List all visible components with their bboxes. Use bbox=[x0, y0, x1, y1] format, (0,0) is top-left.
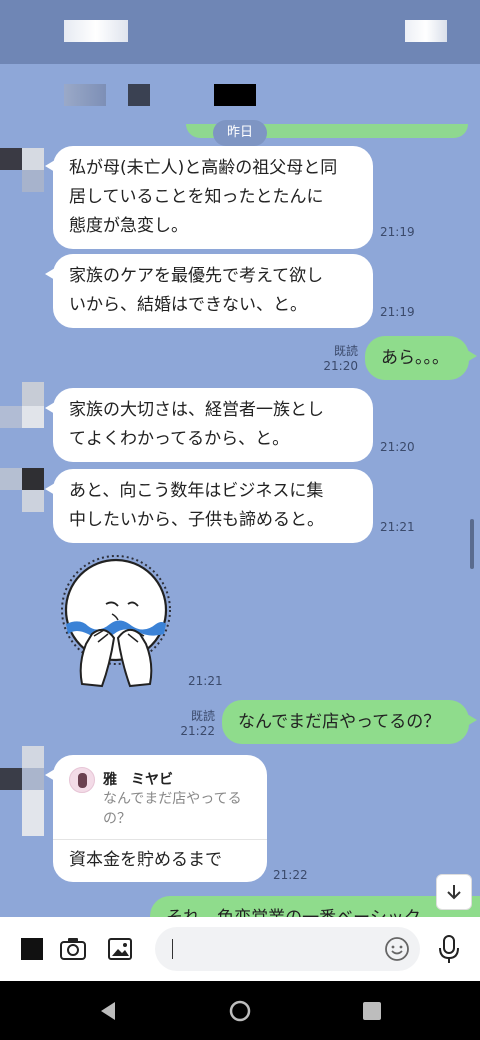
message-line: 居していることを知ったとたんに bbox=[69, 187, 324, 207]
read-receipt: 既読 21:20 bbox=[318, 344, 358, 374]
message-line: 私が母(未亡人)と高齢の祖父母と同 bbox=[69, 158, 338, 178]
avatar[interactable] bbox=[0, 746, 44, 836]
outgoing-message[interactable]: なんでまだ店やってるの？ bbox=[222, 700, 477, 744]
message-line: てよくわかってるから、と。 bbox=[69, 429, 290, 449]
chat-header bbox=[0, 0, 480, 64]
message-input-bar bbox=[0, 917, 480, 981]
avatar[interactable] bbox=[0, 468, 44, 512]
message-text: 資本金を貯めるまで bbox=[69, 850, 222, 870]
scrollbar-thumb[interactable] bbox=[470, 519, 474, 569]
reply-divider bbox=[53, 839, 267, 840]
avatar[interactable] bbox=[0, 148, 44, 192]
home-circle-icon[interactable] bbox=[228, 999, 252, 1023]
message-line: 家族の大切さは、経営者一族とし bbox=[69, 400, 324, 420]
incoming-reply-message[interactable]: 雅 ミヤビ なんでまだ店やってる の？ 資本金を貯めるまで bbox=[45, 755, 267, 882]
message-line: 家族のケアを最優先で考えて欲し bbox=[69, 266, 324, 286]
redacted-header-right-block bbox=[405, 20, 447, 42]
reply-quote-line: なんでまだ店やってる bbox=[103, 791, 242, 807]
outgoing-message[interactable]: あら。。。 bbox=[365, 336, 477, 380]
system-navigation-bar bbox=[0, 981, 480, 1040]
read-receipt: 既読 21:22 bbox=[175, 709, 215, 739]
arrow-down-icon bbox=[447, 885, 461, 900]
stop-square-icon[interactable] bbox=[20, 937, 44, 961]
redacted-participant-block-2 bbox=[128, 84, 150, 106]
incoming-message[interactable]: あと、向こう数年はビジネスに集 中したいから、子供も諦めると。 bbox=[45, 469, 373, 543]
read-label: 既読 bbox=[190, 709, 215, 723]
message-time: 21:22 bbox=[273, 868, 308, 882]
scroll-to-bottom-button[interactable] bbox=[436, 874, 472, 910]
recents-square-icon[interactable] bbox=[360, 999, 384, 1023]
message-line: あと、向こう数年はビジネスに集 bbox=[69, 481, 324, 501]
text-caret bbox=[172, 939, 173, 959]
message-line: 中したいから、子供も諦めると。 bbox=[69, 510, 324, 530]
message-time: 21:19 bbox=[380, 225, 415, 239]
reply-quote-line: の？ bbox=[103, 811, 131, 827]
message-line: いから、結婚はできない、と。 bbox=[69, 295, 307, 315]
incoming-message[interactable]: 家族の大切さは、経営者一族とし てよくわかってるから、と。 bbox=[45, 388, 373, 462]
message-input-field[interactable] bbox=[175, 933, 375, 965]
outgoing-message-partial[interactable]: それ、色恋営業の一番ベーシック bbox=[150, 896, 480, 917]
message-time: 21:20 bbox=[380, 440, 415, 454]
message-time: 21:21 bbox=[188, 674, 223, 688]
date-separator: 昨日 bbox=[213, 120, 267, 146]
message-line: 態度が急変し。 bbox=[69, 216, 188, 236]
back-triangle-icon[interactable] bbox=[96, 999, 120, 1023]
redacted-participant-block-3 bbox=[214, 84, 256, 106]
image-icon[interactable] bbox=[105, 935, 135, 963]
redacted-title-block bbox=[64, 20, 128, 42]
message-input[interactable] bbox=[155, 927, 420, 971]
incoming-message[interactable]: 家族のケアを最優先で考えて欲し いから、結婚はできない、と。 bbox=[45, 254, 373, 328]
crying-face-sticker[interactable] bbox=[58, 554, 178, 690]
avatar[interactable] bbox=[0, 382, 44, 428]
emoji-icon[interactable] bbox=[384, 936, 410, 962]
redacted-participant-block bbox=[64, 84, 106, 106]
read-label: 既読 bbox=[333, 344, 358, 358]
chat-area[interactable]: 昨日 私が母(未亡人)と高齢の祖父母と同 居していることを知ったとたんに 態度が… bbox=[0, 64, 480, 917]
message-time: 21:22 bbox=[180, 724, 215, 738]
incoming-message[interactable]: 私が母(未亡人)と高齢の祖父母と同 居していることを知ったとたんに 態度が急変し… bbox=[45, 146, 373, 249]
message-time: 21:20 bbox=[323, 359, 358, 373]
reply-avatar bbox=[69, 767, 95, 793]
message-time: 21:19 bbox=[380, 305, 415, 319]
message-time: 21:21 bbox=[380, 520, 415, 534]
camera-icon[interactable] bbox=[58, 935, 88, 963]
reply-quote: なんでまだ店やってる の？ bbox=[103, 789, 251, 829]
microphone-icon[interactable] bbox=[436, 933, 462, 965]
